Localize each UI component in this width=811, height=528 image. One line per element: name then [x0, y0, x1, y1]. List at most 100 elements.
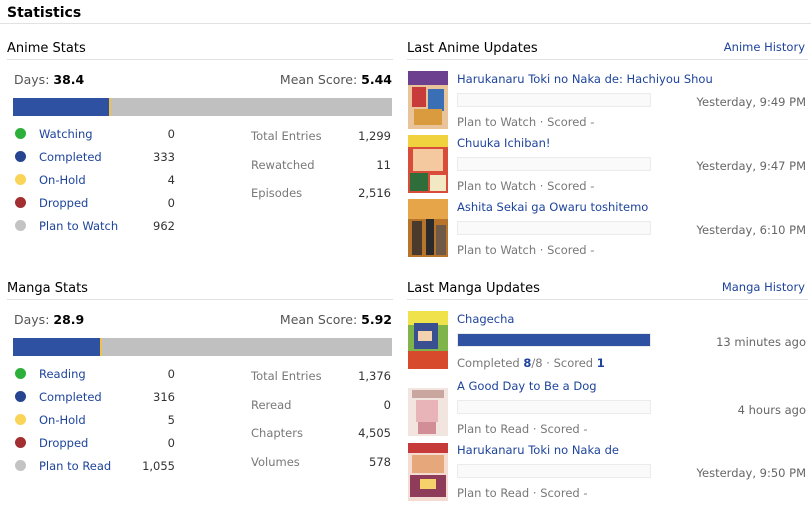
status-dot — [15, 368, 26, 379]
anime-status-value: 962 — [153, 219, 175, 233]
manga-update-meta: Plan to Read · Scored - — [457, 422, 588, 436]
status-dot — [15, 197, 26, 208]
manga-total-value: 1,376 — [358, 369, 391, 383]
scored-label: Scored — [540, 422, 580, 436]
score-value: - — [590, 179, 595, 193]
anime-cover-thumbnail[interactable] — [408, 135, 448, 193]
anime-total-value: 2,516 — [358, 186, 391, 200]
status-dot — [15, 220, 26, 231]
anime-total-value: 11 — [376, 158, 391, 172]
anime-stats-bar — [13, 98, 392, 116]
manga-update-meta: Completed 8/8 · Scored 1 — [457, 356, 605, 370]
manga-stats-title: Manga Stats — [7, 281, 88, 296]
manga-status-plan-to-read[interactable]: Plan to Read — [39, 459, 111, 473]
anime-update-progress — [457, 93, 651, 107]
score-value: - — [583, 422, 588, 436]
manga-progress-fill — [458, 334, 650, 346]
anime-status-plan-to-watch[interactable]: Plan to Watch — [39, 219, 118, 233]
anime-total-value: 1,299 — [358, 129, 391, 143]
anime-cover-thumbnail[interactable] — [408, 199, 448, 257]
manga-mean-score: Mean Score: 5.92 — [280, 312, 392, 327]
manga-updates-divider — [407, 299, 808, 300]
scored-label: Scored — [547, 243, 587, 257]
manga-status-dropped[interactable]: Dropped — [39, 436, 88, 450]
manga-status-value: 0 — [167, 436, 175, 450]
manga-status-value: 1,055 — [142, 459, 175, 473]
anime-update-status: Plan to Watch — [457, 179, 537, 193]
anime-status-value: 0 — [167, 196, 175, 210]
score-value: - — [590, 115, 595, 129]
manga-update-progress — [457, 333, 651, 347]
anime-total-label: Rewatched — [251, 158, 315, 172]
anime-completed-fill — [13, 98, 109, 116]
meta-separator: · — [539, 115, 544, 129]
status-dot — [15, 151, 26, 162]
manga-status-on-hold[interactable]: On-Hold — [39, 413, 86, 427]
anime-days-label: Days: — [14, 72, 50, 87]
manga-history-link[interactable]: Manga History — [722, 280, 805, 294]
manga-update-title[interactable]: A Good Day to Be a Dog — [457, 379, 597, 393]
manga-update-status: Plan to Read — [457, 422, 530, 436]
anime-update-status: Plan to Watch — [457, 243, 537, 257]
manga-cover-thumbnail[interactable] — [408, 311, 448, 369]
manga-status-reading[interactable]: Reading — [39, 367, 86, 381]
anime-status-dropped[interactable]: Dropped — [39, 196, 88, 210]
manga-completed-fill — [13, 338, 100, 356]
manga-cover-thumbnail[interactable] — [408, 378, 448, 436]
status-dot — [15, 128, 26, 139]
anime-history-link[interactable]: Anime History — [724, 40, 805, 54]
manga-status-completed[interactable]: Completed — [39, 390, 102, 404]
page-title: Statistics — [7, 5, 82, 21]
anime-status-value: 4 — [167, 173, 175, 187]
anime-onhold-fill — [109, 98, 111, 116]
manga-update-time: Yesterday, 9:50 PM — [696, 466, 806, 480]
manga-total-label: Volumes — [251, 455, 300, 469]
manga-mean-label: Mean Score: — [279, 312, 358, 327]
manga-update-title[interactable]: Chagecha — [457, 312, 514, 326]
anime-status-completed[interactable]: Completed — [39, 150, 102, 164]
manga-updates-title: Last Manga Updates — [407, 281, 540, 296]
anime-total-label: Episodes — [251, 186, 303, 200]
manga-total-value: 0 — [383, 398, 391, 412]
manga-total-value: 578 — [369, 455, 391, 469]
manga-update-time: 4 hours ago — [737, 403, 806, 417]
anime-update-title[interactable]: Chuuka Ichiban! — [457, 136, 551, 150]
anime-update-title[interactable]: Harukanaru Toki no Naka de: Hachiyou Sho… — [457, 72, 713, 86]
anime-update-title[interactable]: Ashita Sekai ga Owaru toshitemo — [457, 200, 648, 214]
anime-days: Days: 38.4 — [14, 72, 84, 87]
anime-update-progress — [457, 157, 651, 171]
anime-status-on-hold[interactable]: On-Hold — [39, 173, 86, 187]
status-dot — [15, 414, 26, 425]
status-dot — [15, 391, 26, 402]
manga-mean-value: 5.92 — [361, 312, 392, 327]
manga-status-value: 5 — [167, 413, 175, 427]
manga-status-value: 0 — [167, 367, 175, 381]
title-divider — [0, 23, 811, 24]
scored-label: Scored — [540, 486, 580, 500]
anime-status-value: 0 — [167, 127, 175, 141]
score-value: - — [583, 486, 588, 500]
meta-separator: · — [532, 486, 537, 500]
manga-update-title[interactable]: Harukanaru Toki no Naka de — [457, 443, 619, 457]
score-value: - — [590, 243, 595, 257]
manga-stats-bar — [13, 338, 392, 356]
anime-total-label: Total Entries — [251, 129, 322, 143]
progress-total: /8 — [531, 356, 543, 370]
anime-status-watching[interactable]: Watching — [39, 127, 93, 141]
anime-days-value: 38.4 — [53, 72, 85, 87]
scored-label: Scored — [553, 356, 594, 370]
anime-cover-thumbnail[interactable] — [408, 71, 448, 129]
manga-update-progress — [457, 464, 651, 478]
status-dot — [15, 460, 26, 471]
manga-update-progress — [457, 400, 651, 414]
manga-total-label: Chapters — [251, 426, 303, 440]
meta-separator: · — [539, 179, 544, 193]
anime-update-meta: Plan to Watch · Scored - — [457, 115, 594, 129]
manga-cover-thumbnail[interactable] — [408, 443, 448, 501]
anime-update-time: Yesterday, 6:10 PM — [696, 223, 806, 237]
manga-update-meta: Plan to Read · Scored - — [457, 486, 588, 500]
anime-update-meta: Plan to Watch · Scored - — [457, 243, 594, 257]
manga-days: Days: 28.9 — [14, 312, 84, 327]
manga-total-label: Total Entries — [251, 369, 322, 383]
anime-stats-divider — [7, 59, 393, 60]
